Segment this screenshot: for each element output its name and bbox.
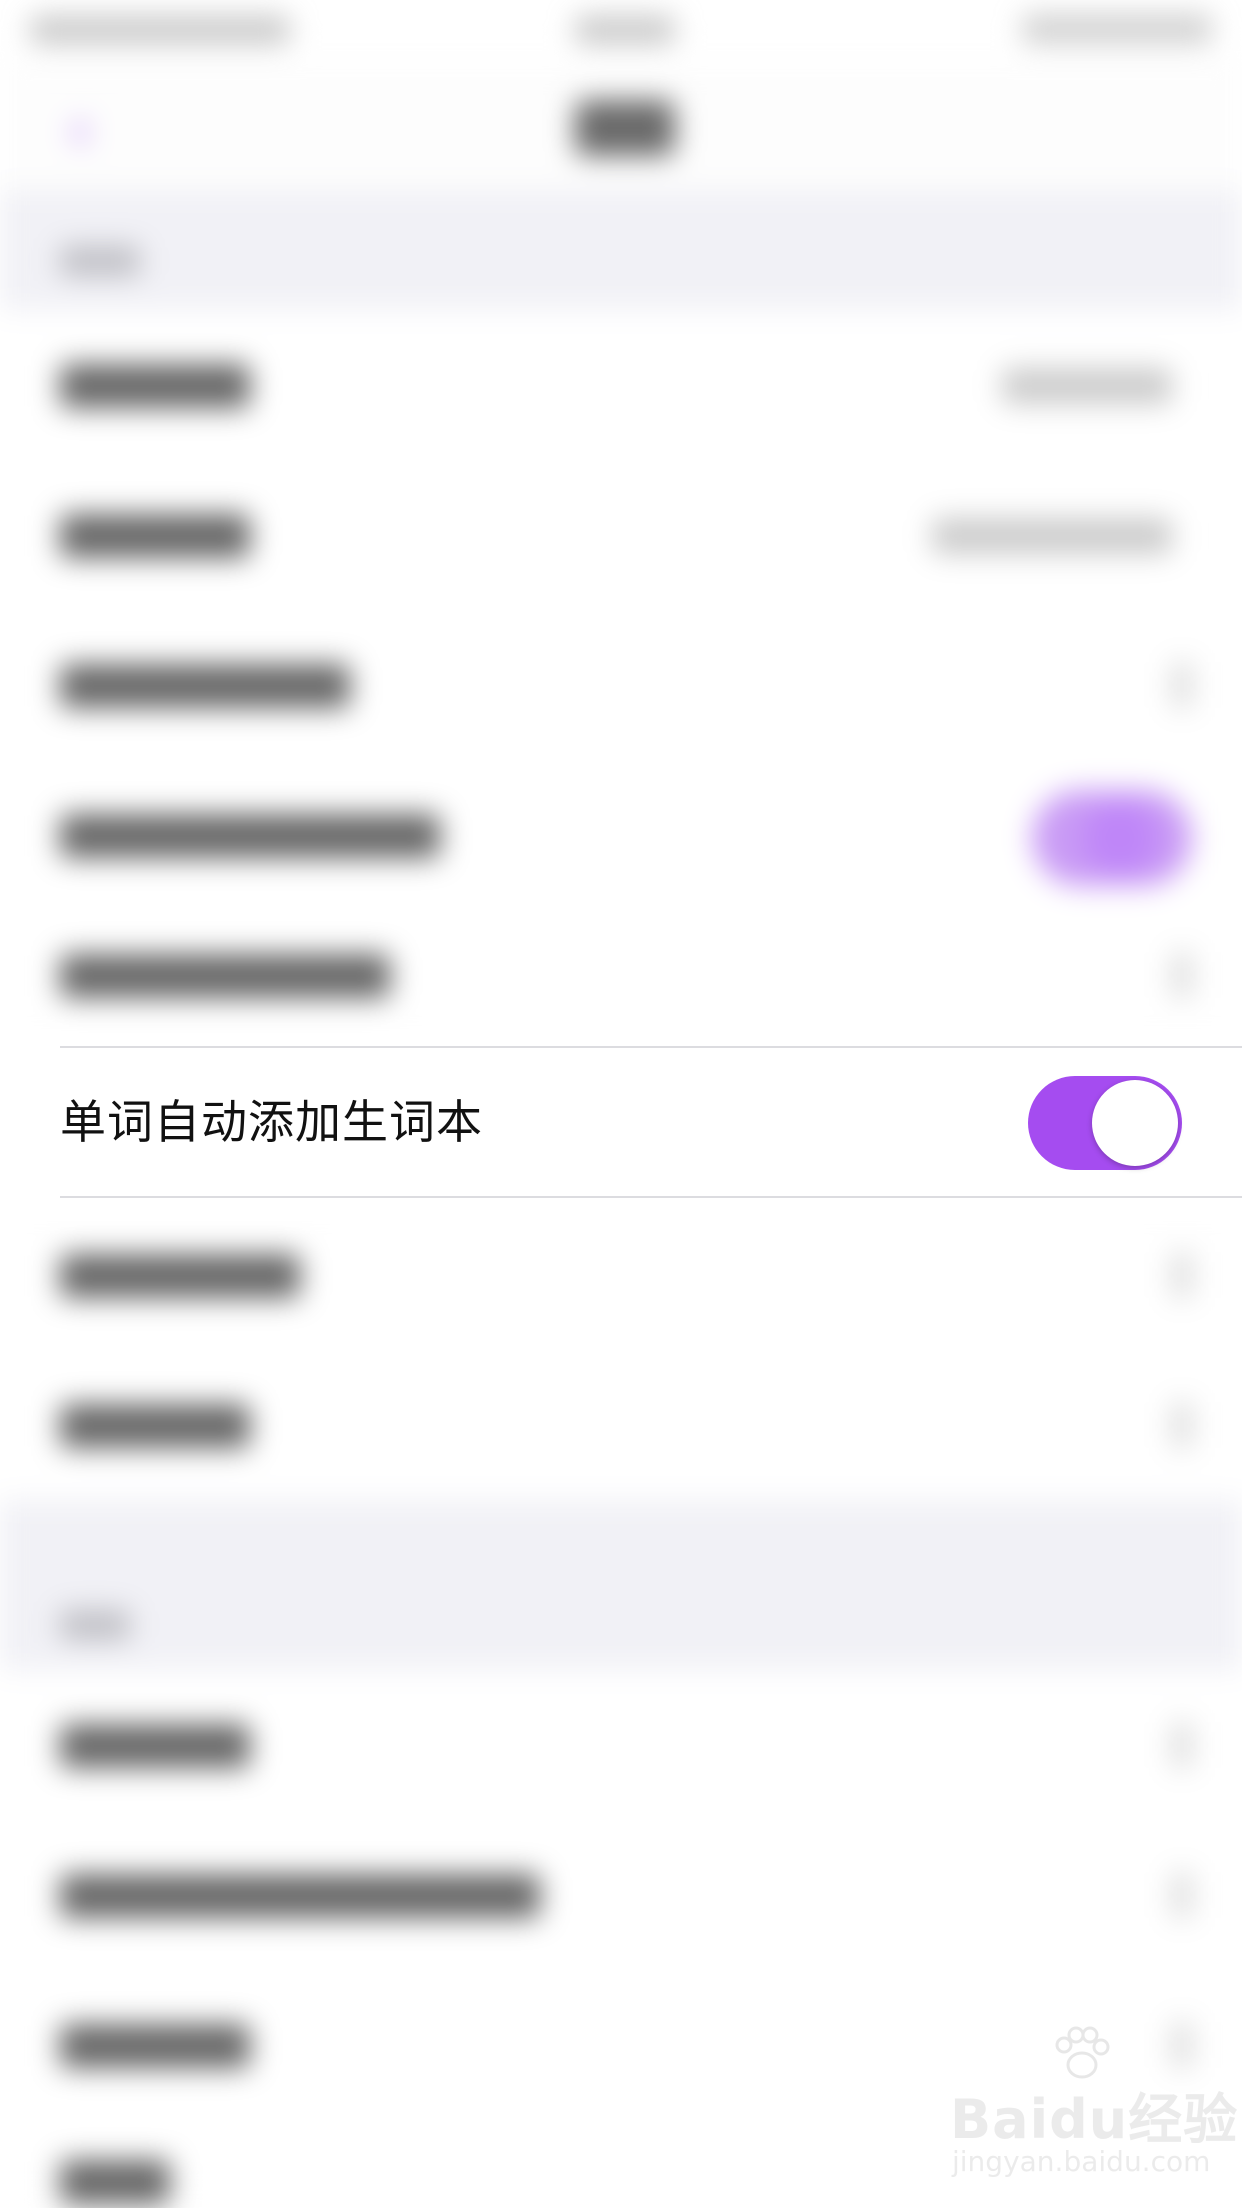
section-label <box>60 246 140 276</box>
row-label <box>60 1874 540 1918</box>
settings-row-1[interactable] <box>0 310 1242 460</box>
auto-add-vocabulary-row: 单词自动添加生词本 <box>0 1046 1242 1198</box>
setting-label: 单词自动添加生词本 <box>60 1095 483 1149</box>
row-label <box>60 2024 250 2068</box>
row-value <box>932 518 1172 554</box>
row-label <box>60 664 350 708</box>
status-bar <box>0 0 1242 60</box>
settings-row-5[interactable] <box>0 900 1242 1050</box>
row-label <box>60 364 250 408</box>
chevron-right-icon <box>1172 662 1192 708</box>
row-label <box>60 514 250 558</box>
toggle-switch[interactable] <box>1032 790 1192 886</box>
watermark-url: jingyan.baidu.com <box>952 2145 1211 2178</box>
divider <box>60 1046 1242 1048</box>
toggle-knob <box>1092 1080 1178 1166</box>
divider <box>60 1196 1242 1198</box>
settings-row-7[interactable] <box>0 1200 1242 1350</box>
chevron-right-icon <box>1172 2022 1192 2068</box>
section-header-1 <box>0 190 1242 310</box>
status-time <box>575 16 675 44</box>
settings-row-4[interactable] <box>0 760 1242 910</box>
settings-screen: ‹ 单词自动添加生词本 Baidu经验 jingyan.baidu.com <box>0 0 1242 2208</box>
baidu-jingyan-watermark: Baidu经验 jingyan.baidu.com <box>950 2026 1237 2195</box>
chevron-right-icon <box>1172 1872 1192 1918</box>
toggle-knob <box>1082 800 1158 876</box>
settings-row-3[interactable] <box>0 610 1242 760</box>
row-label <box>60 1404 250 1448</box>
navigation-bar: ‹ <box>0 60 1242 190</box>
row-label <box>60 1254 300 1298</box>
paw-logo-icon <box>1055 2026 1110 2079</box>
row-label <box>60 1724 250 1768</box>
back-chevron-icon[interactable]: ‹ <box>68 100 108 160</box>
section-header-2 <box>0 1500 1242 1670</box>
status-carrier <box>30 16 290 44</box>
auto-add-vocabulary-toggle[interactable] <box>1028 1076 1182 1170</box>
chevron-right-icon <box>1172 1252 1192 1298</box>
status-battery-icon <box>1022 14 1212 44</box>
settings-row-9[interactable] <box>0 1670 1242 1820</box>
watermark-brand: Baidu经验 <box>950 2088 1239 2151</box>
chevron-right-icon <box>1172 1402 1192 1448</box>
row-label <box>60 2160 170 2204</box>
chevron-right-icon <box>1172 1722 1192 1768</box>
row-label <box>60 814 440 858</box>
settings-row-2[interactable] <box>0 460 1242 610</box>
section-label <box>60 1610 130 1640</box>
row-value <box>1002 368 1172 404</box>
page-title <box>575 100 675 156</box>
settings-row-8[interactable] <box>0 1350 1242 1500</box>
settings-row-10[interactable] <box>0 1820 1242 1970</box>
chevron-right-icon <box>1172 952 1192 998</box>
row-label <box>60 954 390 998</box>
